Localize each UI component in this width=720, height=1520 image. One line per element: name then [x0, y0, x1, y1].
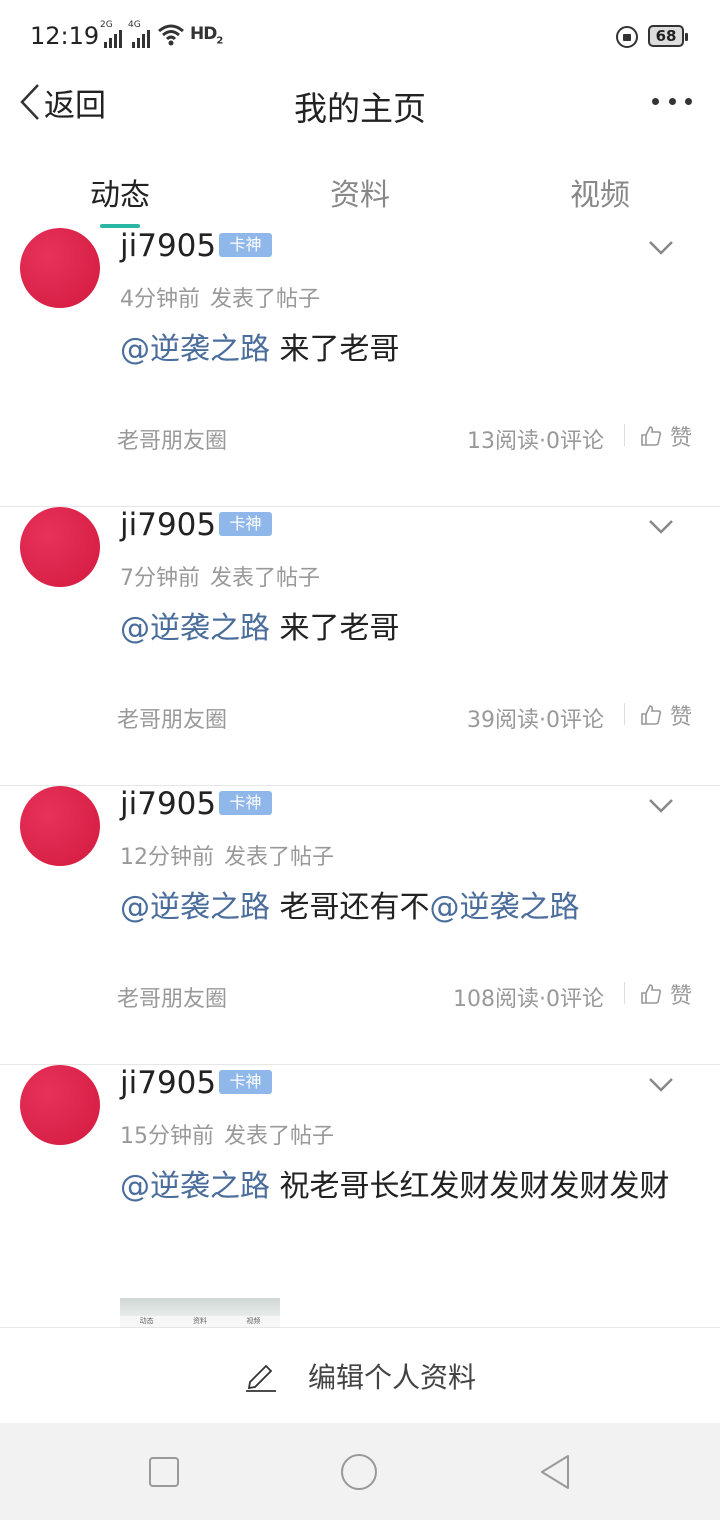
mention-link[interactable]: @逆袭之路: [120, 332, 270, 367]
like-button[interactable]: 赞: [640, 978, 692, 1010]
wifi-icon: [158, 24, 184, 46]
post-username[interactable]: ji7905: [120, 1065, 216, 1101]
post-content[interactable]: @逆袭之路 祝老哥长红发财发财发财发财: [120, 1161, 670, 1205]
post-body: 来了老哥: [270, 332, 400, 367]
post-meta: 7分钟前 发表了帖子: [120, 560, 320, 592]
avatar[interactable]: [20, 1065, 100, 1145]
like-label: 赞: [670, 705, 693, 730]
thumbnail-label: 视频: [246, 1317, 261, 1325]
post-group-link[interactable]: 老哥朋友圈: [117, 423, 227, 455]
user-badge: 卡神: [219, 791, 272, 815]
tab-videos[interactable]: 视频: [520, 170, 680, 214]
rotation-lock-icon: [616, 26, 638, 48]
mention-link[interactable]: @逆袭之路: [120, 611, 270, 646]
user-badge: 卡神: [219, 233, 272, 257]
user-badge: 卡神: [219, 1070, 272, 1094]
post-stats: 13阅读·0评论: [467, 429, 604, 454]
post-content[interactable]: @逆袭之路 来了老哥: [120, 324, 400, 368]
divider: [624, 424, 625, 446]
home-icon[interactable]: [340, 1453, 378, 1491]
thumbs-up-icon: [641, 426, 662, 446]
activity-feed[interactable]: ji7905 卡神 4分钟前 发表了帖子 @逆袭之路 来了老哥 老哥朋友圈 13阅…: [0, 228, 720, 1328]
back-triangle-icon[interactable]: [538, 1453, 572, 1491]
avatar[interactable]: [20, 507, 100, 587]
post-body: 老哥还有不: [270, 890, 430, 925]
signal-icon-sim1: 2G: [100, 20, 122, 48]
avatar[interactable]: [20, 228, 100, 308]
edit-profile-label: 编辑个人资料: [307, 1360, 476, 1394]
more-options-button[interactable]: [652, 98, 692, 108]
status-time: 12:19: [30, 22, 100, 50]
system-navigation-bar: [0, 1423, 720, 1520]
avatar[interactable]: [20, 786, 100, 866]
tab-activity[interactable]: 动态: [40, 170, 200, 214]
battery-icon: 68: [648, 25, 688, 47]
status-bar: 12:19 2G 4G HD2 68: [0, 0, 720, 72]
profile-tabs: 动态 资料 视频: [0, 160, 720, 230]
post-stats: 108阅读·0评论: [453, 987, 604, 1012]
post-time: 12分钟前: [120, 845, 214, 870]
tab-profile-info[interactable]: 资料: [280, 170, 440, 214]
post-body: 祝老哥长红发财发财发财发财: [270, 1169, 670, 1204]
post-group-link[interactable]: 老哥朋友圈: [117, 702, 227, 734]
user-badge: 卡神: [219, 512, 272, 536]
feed-post[interactable]: ji7905 卡神 4分钟前 发表了帖子 @逆袭之路 来了老哥 老哥朋友圈 13阅…: [0, 228, 720, 507]
thumbs-up-icon: [641, 984, 662, 1004]
post-username[interactable]: ji7905: [120, 228, 216, 264]
like-button[interactable]: 赞: [640, 420, 692, 452]
post-username[interactable]: ji7905: [120, 507, 216, 543]
post-group-link[interactable]: 老哥朋友圈: [117, 981, 227, 1013]
more-dots-icon: [685, 98, 692, 105]
post-username[interactable]: ji7905: [120, 786, 216, 822]
chevron-down-icon[interactable]: [648, 1077, 674, 1093]
post-image-thumbnail[interactable]: 动态 资料 视频: [120, 1298, 280, 1328]
post-time: 4分钟前: [120, 287, 200, 312]
divider: [624, 703, 625, 725]
post-meta: 4分钟前 发表了帖子: [120, 281, 320, 313]
thumbnail-label: 资料: [192, 1317, 207, 1325]
page-title: 我的主页: [294, 89, 426, 128]
divider: [624, 982, 625, 1004]
post-time: 15分钟前: [120, 1124, 214, 1149]
post-action: 发表了帖子: [210, 566, 321, 591]
more-dots-icon: [668, 98, 676, 105]
signal-icon-sim2: 4G: [128, 20, 150, 48]
hd-voice-icon: HD2: [190, 24, 223, 47]
post-action: 发表了帖子: [210, 287, 321, 312]
chevron-down-icon[interactable]: [648, 798, 674, 814]
feed-post[interactable]: ji7905 卡神 7分钟前 发表了帖子 @逆袭之路 来了老哥 老哥朋友圈 39阅…: [0, 507, 720, 786]
feed-post[interactable]: ji7905 卡神 12分钟前 发表了帖子 @逆袭之路 老哥还有不@逆袭之路 老哥…: [0, 786, 720, 1065]
post-meta: 15分钟前 发表了帖子: [120, 1118, 334, 1150]
hd-label: HD: [190, 24, 217, 44]
mention-link[interactable]: @逆袭之路: [120, 890, 270, 925]
network-type-label: 4G: [128, 20, 141, 30]
post-body: 来了老哥: [270, 611, 400, 646]
like-button[interactable]: 赞: [640, 699, 692, 731]
like-label: 赞: [670, 984, 693, 1009]
post-action: 发表了帖子: [224, 845, 335, 870]
battery-level: 68: [655, 27, 677, 45]
post-content[interactable]: @逆袭之路 老哥还有不@逆袭之路: [120, 882, 580, 926]
edit-profile-button[interactable]: 编辑个人资料: [0, 1327, 720, 1423]
feed-post[interactable]: ji7905 卡神 15分钟前 发表了帖子 @逆袭之路 祝老哥长红发财发财发财发财: [0, 1065, 720, 1328]
post-stats: 39阅读·0评论: [467, 708, 604, 733]
post-action: 发表了帖子: [224, 1124, 335, 1149]
thumbnail-label: 动态: [139, 1317, 154, 1325]
recent-apps-icon[interactable]: [148, 1456, 180, 1488]
pencil-icon: [245, 1364, 276, 1392]
thumbs-up-icon: [641, 705, 662, 725]
top-nav-bar: 返回 我的主页: [0, 72, 720, 136]
mention-link[interactable]: @逆袭之路: [430, 890, 580, 925]
chevron-down-icon[interactable]: [648, 240, 674, 256]
post-content[interactable]: @逆袭之路 来了老哥: [120, 603, 400, 647]
chevron-down-icon[interactable]: [648, 519, 674, 535]
network-type-label: 2G: [100, 20, 113, 30]
mention-link[interactable]: @逆袭之路: [120, 1169, 270, 1204]
hd-sub-label: 2: [216, 35, 223, 47]
post-time: 7分钟前: [120, 566, 200, 591]
like-label: 赞: [670, 426, 693, 451]
more-dots-icon: [652, 98, 659, 105]
post-meta: 12分钟前 发表了帖子: [120, 839, 334, 871]
